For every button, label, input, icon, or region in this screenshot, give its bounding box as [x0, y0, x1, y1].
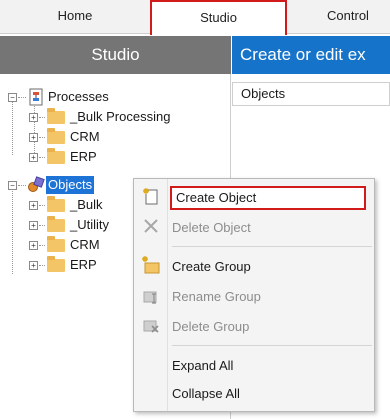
expand-icon[interactable]: +: [29, 221, 38, 230]
tree-connector: [39, 245, 45, 246]
tree-connector: [39, 117, 45, 118]
tree-connector: [39, 265, 45, 266]
tree-node-label: CRM: [70, 237, 100, 252]
tree-connector: [39, 157, 45, 158]
tree-node-folder[interactable]: + CRM: [0, 128, 231, 146]
process-diagram-icon: [29, 88, 43, 106]
expand-icon[interactable]: +: [29, 261, 38, 270]
tree-connector: [39, 137, 45, 138]
menu-item-delete-object[interactable]: Delete Object: [172, 216, 251, 240]
tree-node-label: ERP: [70, 149, 97, 164]
expand-icon[interactable]: +: [29, 201, 38, 210]
tree-connector: [39, 205, 45, 206]
tree-node-label: CRM: [70, 129, 100, 144]
folder-icon: [47, 236, 65, 252]
collapse-icon[interactable]: −: [8, 93, 17, 102]
main-tab-bar: Home Studio Control: [0, 0, 390, 35]
expand-icon[interactable]: +: [29, 153, 38, 162]
menu-item-rename-group[interactable]: Rename Group: [172, 285, 261, 309]
objects-icon: [28, 176, 45, 192]
expand-icon[interactable]: +: [29, 113, 38, 122]
expand-icon[interactable]: +: [29, 241, 38, 250]
delete-x-icon: [144, 219, 158, 233]
folder-icon: [47, 108, 65, 124]
menu-item-create-object[interactable]: Create Object: [170, 186, 366, 210]
new-object-icon: [143, 188, 158, 205]
folder-icon: [47, 148, 65, 164]
folder-icon: [47, 128, 65, 144]
tab-studio[interactable]: Studio: [150, 0, 287, 35]
objects-column-header: Objects: [232, 82, 390, 106]
tree-node-label: _Bulk Processing: [70, 109, 171, 124]
tree-connector: [18, 97, 26, 98]
menu-separator: [172, 345, 372, 346]
menu-item-create-group[interactable]: Create Group: [172, 255, 251, 279]
folder-icon: [47, 196, 65, 212]
folder-icon: [47, 216, 65, 232]
tree-node-label: _Utility: [70, 217, 110, 232]
tree-node-folder[interactable]: + ERP: [0, 148, 231, 166]
expand-icon[interactable]: +: [29, 133, 38, 142]
tab-control[interactable]: Control: [287, 0, 390, 34]
tree-node-folder[interactable]: + _Bulk Processing: [0, 108, 231, 126]
delete-folder-icon: [143, 320, 159, 333]
tree-connector: [18, 185, 26, 186]
menu-item-expand-all[interactable]: Expand All: [172, 354, 233, 378]
collapse-icon[interactable]: −: [8, 181, 17, 190]
menu-item-delete-group[interactable]: Delete Group: [172, 315, 249, 339]
tree-node-label: _Bulk: [70, 197, 103, 212]
menu-separator: [172, 246, 372, 247]
menu-item-collapse-all[interactable]: Collapse All: [172, 382, 240, 406]
tree-node-label: Processes: [48, 89, 109, 104]
studio-panel-title: Studio: [0, 36, 231, 74]
tree-node-label: ERP: [70, 257, 97, 272]
tree-connector: [39, 225, 45, 226]
editor-panel-title: Create or edit ex: [232, 36, 390, 74]
tree-node-processes[interactable]: − Processes: [0, 88, 231, 106]
context-menu: Create Object Delete Object Create Group…: [133, 178, 375, 412]
tab-home[interactable]: Home: [0, 0, 150, 34]
tree-node-label: Objects: [46, 176, 95, 194]
rename-folder-icon: [143, 291, 157, 304]
new-folder-icon: [142, 256, 160, 274]
folder-icon: [47, 256, 65, 272]
